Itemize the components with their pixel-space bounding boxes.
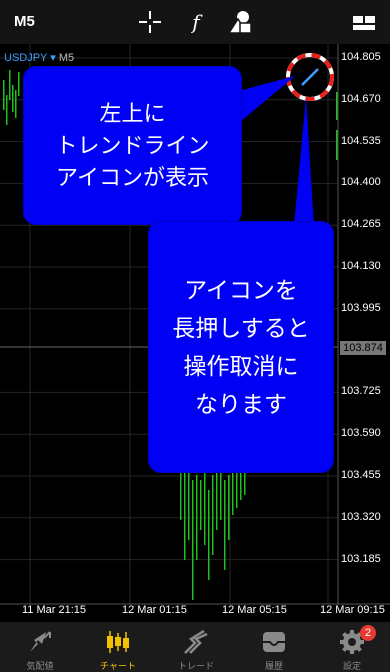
nav-chart[interactable]: チャート xyxy=(79,622,157,672)
candle xyxy=(9,70,11,100)
symbol-label[interactable]: USDJPY ▾ M5 xyxy=(4,51,74,64)
candle xyxy=(192,480,194,600)
price-tick-label: 103.995 xyxy=(341,301,381,314)
callout-bottom-line: 長押しすると xyxy=(172,315,310,341)
candle xyxy=(180,470,182,520)
timeframe-button[interactable]: M5 xyxy=(14,13,35,30)
callout-top: 左上に トレンドライン アイコンが表示 xyxy=(24,67,241,224)
candle xyxy=(336,92,338,120)
time-tick-label: 12 Mar 05:15 xyxy=(222,604,287,616)
candle xyxy=(216,472,218,530)
nav-label: 設定 xyxy=(342,661,361,671)
candle xyxy=(200,480,202,530)
callout-top-line: 左上に xyxy=(99,100,166,126)
history-icon xyxy=(263,632,285,652)
symbol-dropdown-icon: ▾ xyxy=(50,52,56,64)
objects-icon[interactable] xyxy=(226,8,254,36)
bottom-nav: 気配値 チャート トレード 履歴 2 設定 xyxy=(0,622,390,672)
candle xyxy=(232,470,234,515)
symbol-timeframe: M5 xyxy=(58,52,75,64)
svg-text:f: f xyxy=(190,10,203,34)
price-tick-label: 103.320 xyxy=(341,510,381,523)
quotes-icon xyxy=(30,631,51,652)
candle xyxy=(196,475,198,560)
candle xyxy=(220,470,222,520)
price-tick-label: 104.130 xyxy=(341,260,381,272)
callout-top-line: アイコンが表示 xyxy=(56,164,209,190)
callout-bottom-line: アイコンを xyxy=(184,277,298,303)
price-tick-label: 103.590 xyxy=(341,427,381,440)
price-tick-label: 103.185 xyxy=(341,552,381,565)
candle xyxy=(208,490,210,580)
price-tick-label: 104.535 xyxy=(341,134,381,147)
callout-bottom-line: 操作取消に xyxy=(183,353,299,379)
nav-quotes[interactable]: 気配値 xyxy=(1,622,79,672)
function-icon[interactable]: f xyxy=(182,8,210,36)
callout-bottom: アイコンを 長押しすると 操作取消に なります xyxy=(149,222,333,472)
candle xyxy=(3,80,5,110)
price-tick-label: 103.725 xyxy=(341,385,381,398)
candle xyxy=(18,72,20,96)
candle xyxy=(188,470,190,540)
callout-bottom-line: なります xyxy=(195,391,287,417)
candle xyxy=(236,472,238,508)
callout-bottom-pointer xyxy=(294,97,314,226)
price-tick-label: 104.805 xyxy=(341,51,381,63)
nav-settings[interactable]: 2 設定 xyxy=(313,622,390,672)
candle xyxy=(6,95,8,125)
nav-label: 履歴 xyxy=(264,661,283,671)
trade-icon xyxy=(184,629,208,654)
settings-badge: 2 xyxy=(360,625,376,641)
current-price-label: 103.874 xyxy=(340,341,386,355)
price-tick-label: 103.455 xyxy=(341,469,381,481)
candle xyxy=(240,470,242,500)
nav-trade[interactable]: トレード xyxy=(157,622,235,672)
windows-icon[interactable] xyxy=(350,8,378,36)
candle xyxy=(12,85,14,112)
candle xyxy=(15,90,17,118)
callout-top-pointer xyxy=(235,76,295,122)
time-tick-label: 12 Mar 09:15 xyxy=(320,604,385,616)
price-tick-label: 104.265 xyxy=(341,218,381,231)
nav-label: トレード xyxy=(177,661,214,671)
callout-top-line: トレンドライン xyxy=(55,132,210,158)
top-toolbar: M5 f xyxy=(0,0,390,44)
trendline-icon[interactable] xyxy=(286,53,334,101)
nav-label: チャート xyxy=(100,661,136,671)
candle xyxy=(224,480,226,570)
nav-history[interactable]: 履歴 xyxy=(235,622,313,672)
candle xyxy=(336,130,338,160)
nav-label: 気配値 xyxy=(26,661,54,671)
candle xyxy=(228,475,230,540)
candle xyxy=(212,475,214,555)
price-tick-label: 104.670 xyxy=(341,92,381,105)
candle xyxy=(184,460,186,560)
time-tick-label: 12 Mar 01:15 xyxy=(122,604,187,616)
candle xyxy=(244,471,246,495)
crosshair-icon[interactable] xyxy=(136,8,164,36)
symbol-name: USDJPY xyxy=(4,52,48,64)
time-tick-label: 11 Mar 21:15 xyxy=(22,604,87,616)
chart-icon xyxy=(107,631,129,653)
candle xyxy=(204,470,206,545)
price-tick-label: 104.400 xyxy=(341,176,381,189)
